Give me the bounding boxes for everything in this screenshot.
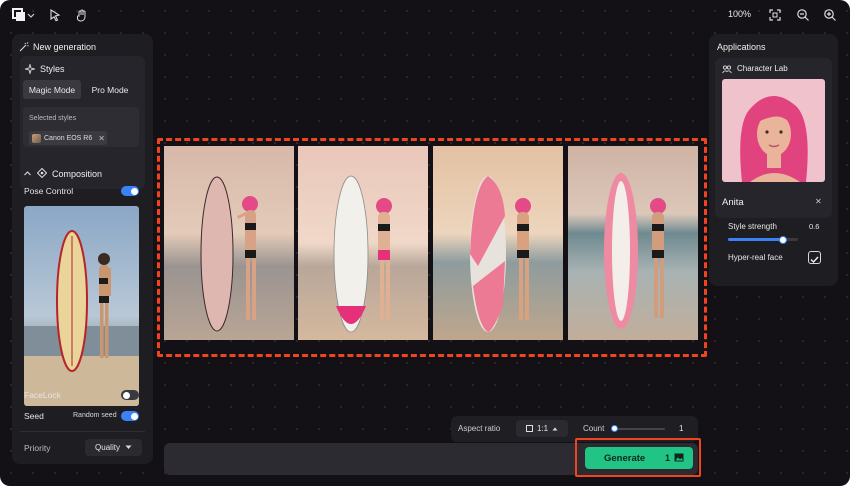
panel-title: New generation (33, 42, 97, 52)
composition-title: Composition (52, 169, 103, 179)
slider-fill (728, 238, 783, 241)
generated-image-4[interactable] (568, 146, 698, 340)
character-lab-icon (722, 65, 732, 74)
check-icon (810, 256, 819, 264)
priority-select[interactable]: Quality (85, 439, 142, 456)
priority-label: Priority (24, 443, 51, 453)
facelock-toggle[interactable] (121, 390, 139, 400)
generated-image-1[interactable] (164, 146, 294, 340)
fit-screen-icon[interactable] (768, 8, 782, 22)
zoom-level[interactable]: 100% (728, 9, 751, 19)
character-portrait (722, 79, 825, 182)
pose-control-toggle[interactable] (121, 186, 139, 196)
random-seed-label: Random seed (73, 412, 117, 419)
pose-reference-image[interactable] (24, 206, 139, 406)
hand-icon[interactable] (75, 8, 89, 22)
character-lab-card[interactable]: Character Lab Anita ✕ (715, 58, 832, 218)
zoom-in-icon[interactable] (823, 8, 837, 22)
character-name: Anita (722, 197, 744, 208)
generation-panel: New generation Styles Magic Mode Pro Mod… (12, 34, 153, 464)
styles-icon (25, 64, 35, 74)
style-chip[interactable]: Canon EOS R6 ✕ (29, 131, 107, 145)
selected-styles-label: Selected styles (29, 115, 77, 122)
mode-tabs: Magic Mode Pro Mode (23, 80, 139, 99)
magic-wand-icon (19, 42, 29, 52)
divider (20, 431, 145, 432)
top-bar: 100% (0, 0, 850, 30)
aspect-ratio-select[interactable]: 1:1 (516, 420, 568, 437)
style-chip-label: Canon EOS R6 (44, 134, 93, 142)
count-slider[interactable] (611, 425, 665, 432)
image-icon (674, 453, 684, 462)
pointer-icon[interactable] (48, 8, 62, 22)
count-value: 1 (679, 424, 684, 433)
aspect-ratio-label: Aspect ratio (458, 424, 501, 433)
random-seed-toggle[interactable] (121, 411, 139, 421)
caret-up-icon (552, 427, 558, 430)
tab-pro-mode[interactable]: Pro Mode (81, 80, 139, 99)
square-icon (525, 425, 533, 432)
generate-button[interactable]: Generate 1 (585, 447, 693, 469)
applications-title: Applications (717, 42, 766, 52)
app-window: 100% New generation Styles Magic Mode Pr… (0, 0, 850, 486)
chevron-down-icon[interactable] (27, 8, 35, 22)
styles-title: Styles (40, 64, 65, 74)
generated-image-2[interactable] (298, 146, 428, 340)
seed-label: Seed (24, 411, 44, 421)
aspect-ratio-value: 1:1 (536, 424, 549, 433)
camera-thumb-icon (32, 133, 41, 143)
selected-styles-box: Selected styles Canon EOS R6 ✕ (23, 107, 139, 147)
style-strength-slider[interactable] (728, 235, 798, 244)
slider-handle[interactable] (778, 235, 787, 244)
caret-down-icon (125, 445, 132, 449)
style-strength-label: Style strength (728, 222, 777, 231)
close-icon[interactable]: ✕ (815, 197, 822, 206)
priority-value: Quality (95, 443, 120, 452)
facelock-label: FaceLock (24, 390, 61, 400)
character-lab-label: Character Lab (737, 64, 788, 73)
composition-icon (37, 168, 47, 178)
generate-count: 1 (665, 453, 671, 463)
remove-chip-icon[interactable]: ✕ (98, 134, 105, 143)
style-strength-value: 0.6 (809, 222, 820, 231)
pose-control-label: Pose Control (24, 186, 74, 196)
hyper-real-checkbox[interactable] (808, 251, 821, 264)
zoom-out-icon[interactable] (796, 8, 810, 22)
applications-panel: Applications Character Lab Anita ✕ Style… (709, 34, 838, 286)
chevron-up-icon[interactable] (23, 169, 32, 178)
count-label: Count (583, 424, 605, 433)
count-slider-handle[interactable] (611, 425, 618, 432)
tab-magic-mode[interactable]: Magic Mode (23, 80, 81, 99)
layers-logo-icon[interactable] (12, 8, 26, 22)
hyper-real-label: Hyper-real face (728, 253, 783, 262)
generate-label: Generate (604, 453, 646, 464)
generated-image-3[interactable] (433, 146, 563, 340)
